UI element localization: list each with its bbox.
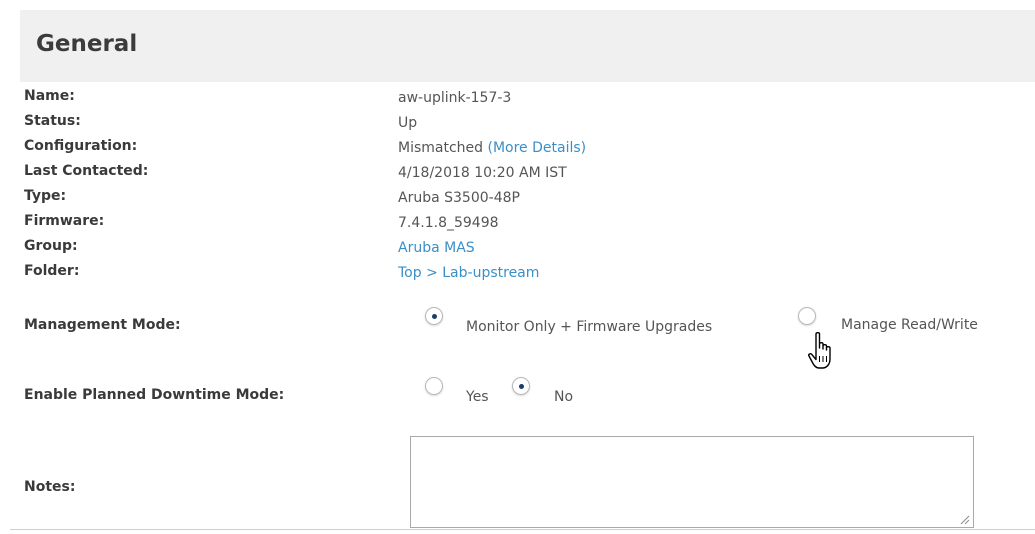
manage-read-write-radio[interactable] [798, 307, 816, 325]
type-label: Type: [24, 188, 67, 204]
name-label: Name: [24, 88, 75, 104]
folder-link[interactable]: Top > Lab-upstream [398, 265, 539, 281]
status-value: Up [398, 115, 418, 131]
type-value: Aruba S3500-48P [398, 190, 520, 206]
resize-grip-icon[interactable] [958, 513, 970, 525]
status-label: Status: [24, 113, 81, 129]
notes-textarea[interactable] [410, 436, 974, 528]
hand-pointer-cursor-icon [808, 332, 831, 369]
last-contacted-label: Last Contacted: [24, 163, 149, 179]
section-header: General [20, 10, 1035, 82]
downtime-no-radio[interactable] [512, 377, 530, 395]
monitor-only-label[interactable]: Monitor Only + Firmware Upgrades [466, 319, 712, 335]
section-title: General [36, 31, 138, 57]
more-details-link[interactable]: (More Details) [488, 140, 587, 156]
downtime-yes-label[interactable]: Yes [466, 389, 489, 405]
last-contacted-value: 4/18/2018 10:20 AM IST [398, 165, 567, 181]
manage-read-write-label[interactable]: Manage Read/Write [841, 317, 978, 333]
configuration-label: Configuration: [24, 138, 138, 154]
configuration-status: Mismatched [398, 140, 484, 156]
bottom-divider [10, 529, 1035, 530]
group-link[interactable]: Aruba MAS [398, 240, 475, 256]
firmware-label: Firmware: [24, 213, 105, 229]
monitor-only-radio[interactable] [425, 307, 443, 325]
name-value: aw-uplink-157-3 [398, 90, 512, 106]
group-label: Group: [24, 238, 78, 254]
management-mode-label: Management Mode: [24, 317, 181, 333]
downtime-no-label[interactable]: No [554, 389, 573, 405]
planned-downtime-label: Enable Planned Downtime Mode: [24, 387, 285, 403]
notes-label: Notes: [24, 479, 76, 495]
folder-label: Folder: [24, 263, 80, 279]
firmware-value: 7.4.1.8_59498 [398, 215, 499, 231]
downtime-yes-radio[interactable] [425, 377, 443, 395]
configuration-value: Mismatched (More Details) [398, 140, 586, 156]
